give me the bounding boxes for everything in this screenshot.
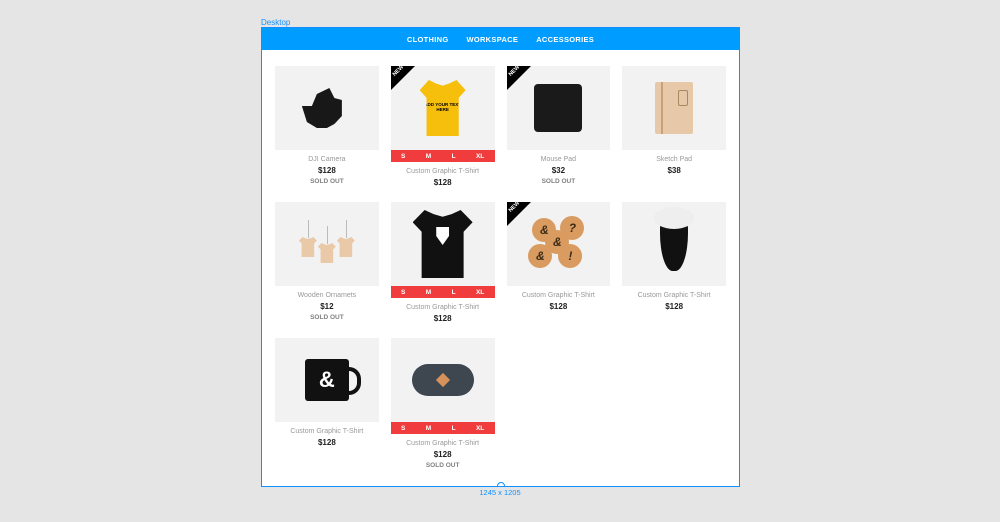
product-image xyxy=(655,82,693,134)
size-option[interactable]: XL xyxy=(476,289,484,296)
product-price: $128 xyxy=(318,438,336,447)
product-card[interactable]: S M L XL Custom Graphic T-Shirt $128 SOLD OUT xyxy=(391,338,495,469)
sold-out-label: SOLD OUT xyxy=(426,462,460,469)
product-card[interactable]: S M L XL Custom Graphic T-Shirt $128 xyxy=(391,202,495,323)
size-selector: S M L XL xyxy=(391,150,495,162)
product-name: Mouse Pad xyxy=(541,156,576,163)
size-option[interactable]: XL xyxy=(476,425,484,432)
nav-workspace[interactable]: WORKSPACE xyxy=(466,35,518,44)
sold-out-label: SOLD OUT xyxy=(542,178,576,185)
product-thumbnail[interactable] xyxy=(275,66,379,150)
product-image: & xyxy=(305,359,349,401)
product-name: Sketch Pad xyxy=(656,156,692,163)
product-price: $12 xyxy=(320,302,333,311)
product-card[interactable]: ADD YOUR TEXT HERE S M L XL Custom Graphic T-… xyxy=(391,66,495,187)
size-option[interactable]: L xyxy=(452,425,456,432)
breakpoint-label: Desktop xyxy=(261,18,290,27)
nav-clothing[interactable]: CLOTHING xyxy=(407,35,449,44)
product-thumbnail[interactable]: ADD YOUR TEXT HERE xyxy=(391,66,495,150)
product-card[interactable]: DJI Camera $128 SOLD OUT xyxy=(275,66,379,187)
product-name: Custom Graphic T-Shirt xyxy=(522,292,595,299)
product-thumbnail[interactable] xyxy=(622,202,726,286)
product-image: &?&!& xyxy=(528,216,588,272)
product-name: Custom Graphic T-Shirt xyxy=(406,304,479,311)
product-grid: DJI Camera $128 SOLD OUT ADD YOUR TEXT HERE… xyxy=(262,50,739,469)
product-card[interactable]: Mouse Pad $32 SOLD OUT xyxy=(507,66,611,187)
new-badge xyxy=(507,66,531,90)
product-card[interactable]: Custom Graphic T-Shirt $128 xyxy=(622,202,726,323)
product-price: $32 xyxy=(552,166,565,175)
size-selector: S M L XL xyxy=(391,286,495,298)
new-badge xyxy=(391,66,415,90)
shirt-print-text: ADD YOUR TEXT HERE xyxy=(420,103,466,113)
size-option[interactable]: L xyxy=(452,289,456,296)
product-name: Custom Graphic T-Shirt xyxy=(638,292,711,299)
product-price: $128 xyxy=(318,166,336,175)
product-price: $128 xyxy=(434,178,452,187)
new-badge xyxy=(507,202,531,226)
size-option[interactable]: S xyxy=(401,425,405,432)
product-name: DJI Camera xyxy=(308,156,345,163)
product-image xyxy=(297,219,357,269)
product-price: $128 xyxy=(434,450,452,459)
product-name: Custom Graphic T-Shirt xyxy=(406,440,479,447)
resize-handle-bottom[interactable] xyxy=(497,482,505,487)
product-name: Wooden Ornamets xyxy=(298,292,357,299)
product-image xyxy=(412,364,474,396)
product-thumbnail[interactable] xyxy=(507,66,611,150)
product-card[interactable]: &?&!& Custom Graphic T-Shirt $128 xyxy=(507,202,611,323)
sold-out-label: SOLD OUT xyxy=(310,178,344,185)
sold-out-label: SOLD OUT xyxy=(310,314,344,321)
product-thumbnail[interactable] xyxy=(391,202,495,286)
size-option[interactable]: S xyxy=(401,289,405,296)
size-option[interactable]: S xyxy=(401,153,405,160)
product-thumbnail[interactable]: & xyxy=(275,338,379,422)
product-thumbnail[interactable] xyxy=(275,202,379,286)
frame-dimensions: 1245 x 1205 xyxy=(479,488,520,497)
product-price: $38 xyxy=(667,166,680,175)
product-price: $128 xyxy=(665,302,683,311)
product-image xyxy=(413,210,473,278)
product-image xyxy=(534,84,582,132)
product-price: $128 xyxy=(549,302,567,311)
size-option[interactable]: M xyxy=(426,425,431,432)
product-price: $128 xyxy=(434,314,452,323)
product-card[interactable]: & Custom Graphic T-Shirt $128 xyxy=(275,338,379,469)
product-thumbnail[interactable]: &?&!& xyxy=(507,202,611,286)
product-card[interactable]: Wooden Ornamets $12 SOLD OUT xyxy=(275,202,379,323)
size-option[interactable]: L xyxy=(452,153,456,160)
product-thumbnail[interactable] xyxy=(391,338,495,422)
size-selector: S M L XL xyxy=(391,422,495,434)
product-image xyxy=(302,88,352,128)
product-card[interactable]: Sketch Pad $38 xyxy=(622,66,726,187)
size-option[interactable]: XL xyxy=(476,153,484,160)
product-image: ADD YOUR TEXT HERE xyxy=(420,80,466,136)
nav-accessories[interactable]: ACCESSORIES xyxy=(536,35,594,44)
size-option[interactable]: M xyxy=(426,153,431,160)
product-image xyxy=(660,217,688,271)
category-nav: CLOTHING WORKSPACE ACCESSORIES xyxy=(262,28,739,50)
design-frame[interactable]: CLOTHING WORKSPACE ACCESSORIES DJI Camer… xyxy=(261,27,740,487)
product-thumbnail[interactable] xyxy=(622,66,726,150)
product-name: Custom Graphic T-Shirt xyxy=(290,428,363,435)
product-name: Custom Graphic T-Shirt xyxy=(406,168,479,175)
size-option[interactable]: M xyxy=(426,289,431,296)
